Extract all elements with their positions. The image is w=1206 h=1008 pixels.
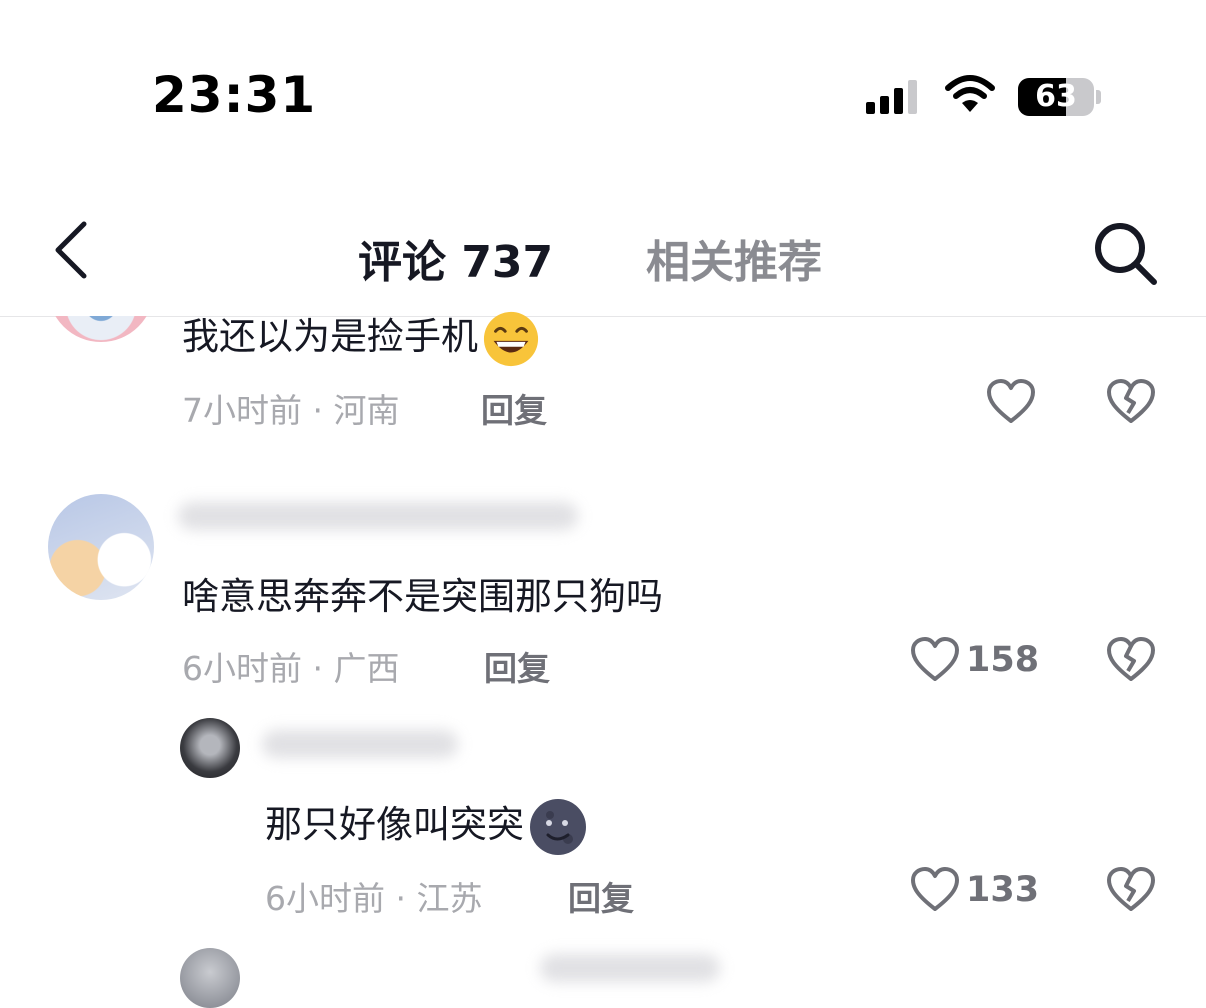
tab-comments[interactable]: 评论 737 xyxy=(358,226,553,290)
comment-time-location: 7小时前 · 河南 xyxy=(182,391,400,430)
avatar[interactable] xyxy=(180,948,240,1008)
broken-heart-icon[interactable] xyxy=(1106,636,1156,684)
battery-tip xyxy=(1096,90,1101,104)
avatar[interactable] xyxy=(180,718,240,778)
username-blurred[interactable] xyxy=(540,954,720,982)
status-time: 23:31 xyxy=(152,66,317,124)
comment-text: 那只好像叫突突 xyxy=(265,794,588,857)
reply-button[interactable]: 回复 xyxy=(481,384,547,432)
battery-percent: 63 xyxy=(1035,79,1077,114)
like-count: 133 xyxy=(966,870,1040,910)
broken-heart-icon[interactable] xyxy=(1106,866,1156,914)
comment-time-location: 6小时前 · 广西 xyxy=(182,649,400,688)
comment-text: 啥意思奔奔不是突围那只狗吗 xyxy=(182,575,663,618)
tab-related[interactable]: 相关推荐 xyxy=(646,226,822,290)
username-blurred[interactable] xyxy=(262,730,458,758)
broken-heart-icon[interactable] xyxy=(1106,378,1156,426)
back-icon[interactable] xyxy=(48,218,98,282)
heart-icon[interactable] xyxy=(986,378,1036,426)
reply-button[interactable]: 回复 xyxy=(484,642,550,690)
search-icon[interactable] xyxy=(1090,218,1160,288)
cellular-signal-icon xyxy=(866,80,917,114)
comment-text: 我还以为是捡手机 xyxy=(182,306,540,368)
heart-icon[interactable] xyxy=(910,866,960,914)
avatar[interactable] xyxy=(48,494,154,600)
wifi-icon xyxy=(945,75,995,112)
new-moon-face-icon xyxy=(530,798,586,855)
reply-button[interactable]: 回复 xyxy=(568,872,634,920)
username-blurred[interactable] xyxy=(178,502,578,530)
heart-icon[interactable] xyxy=(910,636,960,684)
grinning-face-icon xyxy=(483,311,539,366)
battery-indicator: 63 xyxy=(1018,78,1094,116)
header-divider xyxy=(0,316,1206,317)
comment-time-location: 6小时前 · 江苏 xyxy=(265,879,483,918)
like-count: 158 xyxy=(966,640,1040,680)
